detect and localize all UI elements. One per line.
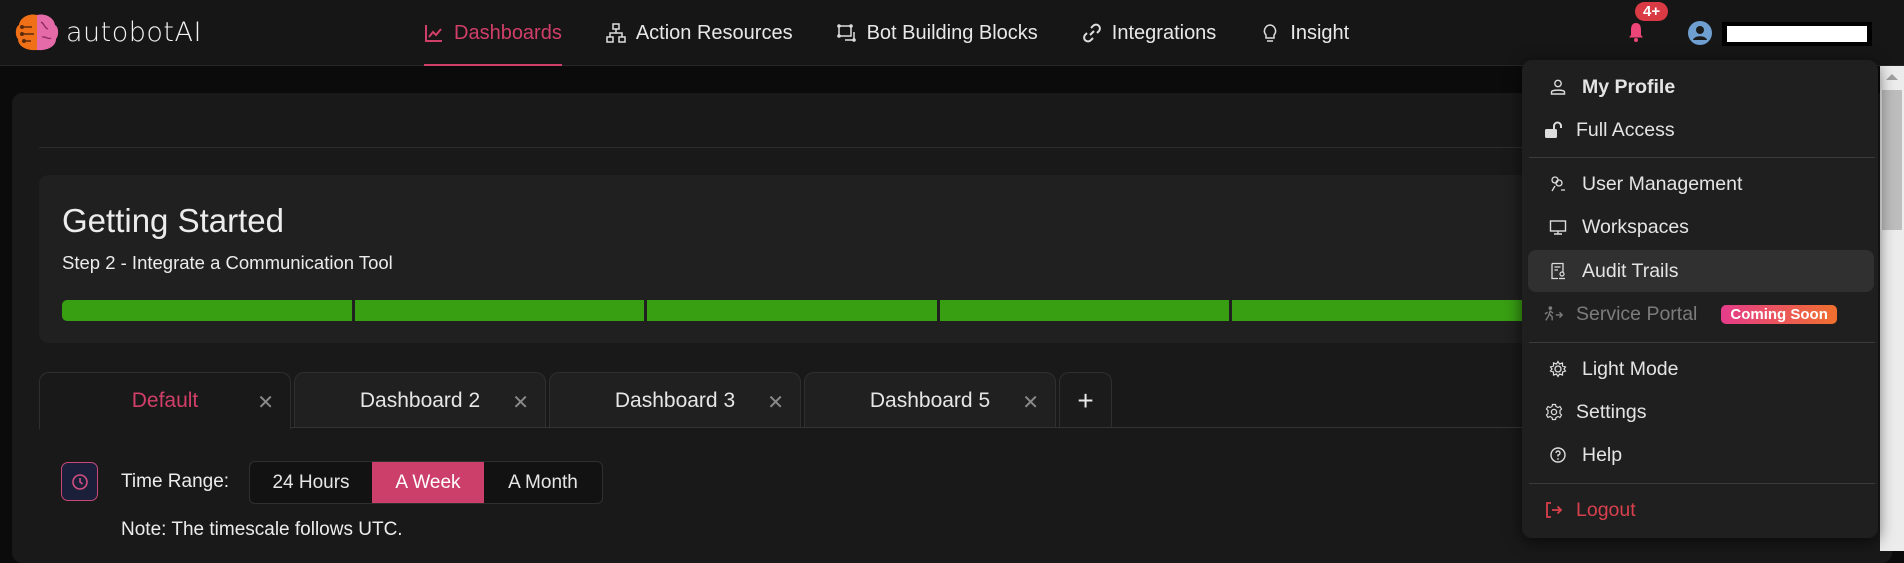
menu-item-full-access[interactable]: Full Access [1528, 109, 1874, 151]
time-range-selector: 24 Hours A Week A Month [249, 461, 603, 504]
users-icon [1551, 176, 1565, 192]
progress-segment [354, 300, 645, 321]
nav-integrations[interactable]: Integrations [1082, 0, 1217, 66]
nav-bot-building-blocks[interactable]: Bot Building Blocks [836, 0, 1038, 66]
time-range-a-month[interactable]: A Month [484, 462, 602, 503]
progress-segment [62, 300, 352, 321]
tab-default[interactable]: Default ✕ [39, 372, 291, 429]
menu-item-light-mode[interactable]: Light Mode [1528, 348, 1874, 390]
menu-item-label: Full Access [1576, 118, 1675, 141]
chart-line-icon [425, 25, 442, 42]
user-icon [1550, 79, 1566, 95]
menu-item-settings[interactable]: Settings [1528, 391, 1874, 433]
menu-divider [1529, 483, 1875, 484]
menu-item-label: Settings [1576, 400, 1647, 423]
tab-label: Default [131, 389, 199, 412]
top-navbar: autobotAI Dashboards Action Resources Bo… [0, 0, 1904, 66]
add-tab-button[interactable]: + [1059, 372, 1112, 428]
getting-started-title: Getting Started [62, 202, 284, 239]
clock-icon [71, 473, 88, 490]
menu-item-user-management[interactable]: User Management [1528, 163, 1874, 205]
menu-item-label: User Management [1582, 172, 1743, 195]
tab-dashboard-2[interactable]: Dashboard 2 ✕ [294, 372, 546, 428]
help-icon [1550, 447, 1566, 463]
menu-item-service-portal: Service Portal Coming Soon [1528, 293, 1874, 335]
menu-item-label: Audit Trails [1582, 259, 1679, 282]
nav-label: Action Resources [635, 21, 793, 44]
close-icon[interactable]: ✕ [1022, 390, 1039, 415]
audit-icon [1551, 262, 1565, 280]
menu-item-logout[interactable]: Logout [1528, 489, 1874, 531]
bell-icon[interactable] [1624, 20, 1648, 44]
divider [39, 147, 1539, 148]
tab-label: Dashboard 5 [869, 388, 991, 412]
nav-label: Dashboards [454, 21, 562, 44]
tab-dashboard-5[interactable]: Dashboard 5 ✕ [804, 372, 1056, 428]
getting-started-step: Step 2 - Integrate a Communication Tool [62, 252, 393, 273]
username-redacted[interactable] [1722, 22, 1872, 46]
time-range-icon-box [61, 462, 98, 501]
brain-logo-icon [15, 14, 59, 51]
unlock-icon [1545, 121, 1562, 138]
nav-label: Insight [1290, 21, 1350, 44]
menu-item-my-profile[interactable]: My Profile [1528, 66, 1874, 108]
menu-item-label: Help [1582, 443, 1623, 466]
menu-item-help[interactable]: Help [1528, 434, 1874, 476]
menu-divider [1529, 342, 1875, 343]
avatar-icon[interactable] [1688, 21, 1712, 45]
menu-item-label: My Profile [1582, 75, 1676, 98]
monitor-icon [1549, 220, 1567, 235]
logout-icon [1546, 502, 1563, 518]
main-nav: Dashboards Action Resources Bot Building… [424, 0, 1393, 66]
blocks-icon [836, 24, 856, 42]
nav-label: Integrations [1111, 21, 1217, 44]
progress-segment [939, 300, 1230, 321]
lightbulb-icon [1264, 24, 1277, 42]
menu-item-workspaces[interactable]: Workspaces [1528, 206, 1874, 248]
menu-item-label: Service Portal [1576, 302, 1698, 325]
time-range-24-hours[interactable]: 24 Hours [250, 462, 372, 503]
onboarding-progress-bar [62, 300, 1522, 321]
close-icon[interactable]: ✕ [767, 390, 784, 415]
coming-soon-badge: Coming Soon [1721, 304, 1837, 324]
nav-label: Bot Building Blocks [866, 21, 1038, 44]
menu-item-audit-trails[interactable]: Audit Trails [1528, 250, 1874, 292]
progress-segment [647, 300, 937, 321]
notification-badge: 4+ [1635, 2, 1669, 21]
time-range-a-week[interactable]: A Week [372, 462, 484, 503]
nav-insight[interactable]: Insight [1260, 0, 1349, 66]
close-icon[interactable]: ✕ [257, 390, 274, 415]
scroll-up-arrow-icon[interactable] [1886, 74, 1898, 80]
scroll-thumb[interactable] [1882, 90, 1902, 230]
tab-dashboard-3[interactable]: Dashboard 3 ✕ [549, 372, 801, 428]
link-icon [1082, 23, 1101, 43]
tab-label: Dashboard 3 [614, 388, 736, 412]
menu-item-label: Workspaces [1582, 215, 1689, 238]
close-icon[interactable]: ✕ [512, 390, 529, 415]
progress-segment [1232, 300, 1522, 321]
sun-gear-icon [1549, 360, 1567, 378]
menu-divider [1529, 157, 1875, 158]
time-range-label: Time Range: [121, 471, 230, 492]
gear-icon [1545, 403, 1563, 421]
menu-item-label: Logout [1576, 498, 1636, 521]
tab-label: Dashboard 2 [359, 388, 481, 412]
sitemap-icon [606, 23, 626, 43]
nav-dashboards[interactable]: Dashboards [424, 0, 562, 66]
logo[interactable]: autobotAI [14, 12, 202, 52]
walk-icon [1544, 306, 1564, 321]
page-scrollbar[interactable] [1880, 66, 1904, 551]
app-name: autobotAI [66, 16, 202, 48]
dashboard-tabs: Default ✕ Dashboard 2 ✕ Dashboard 3 ✕ Da… [39, 372, 1112, 429]
timescale-note: Note: The timescale follows UTC. [121, 519, 403, 540]
nav-action-resources[interactable]: Action Resources [606, 0, 793, 66]
menu-item-label: Light Mode [1582, 357, 1679, 380]
user-menu-dropdown: My Profile Full Access User Management W… [1522, 60, 1878, 538]
